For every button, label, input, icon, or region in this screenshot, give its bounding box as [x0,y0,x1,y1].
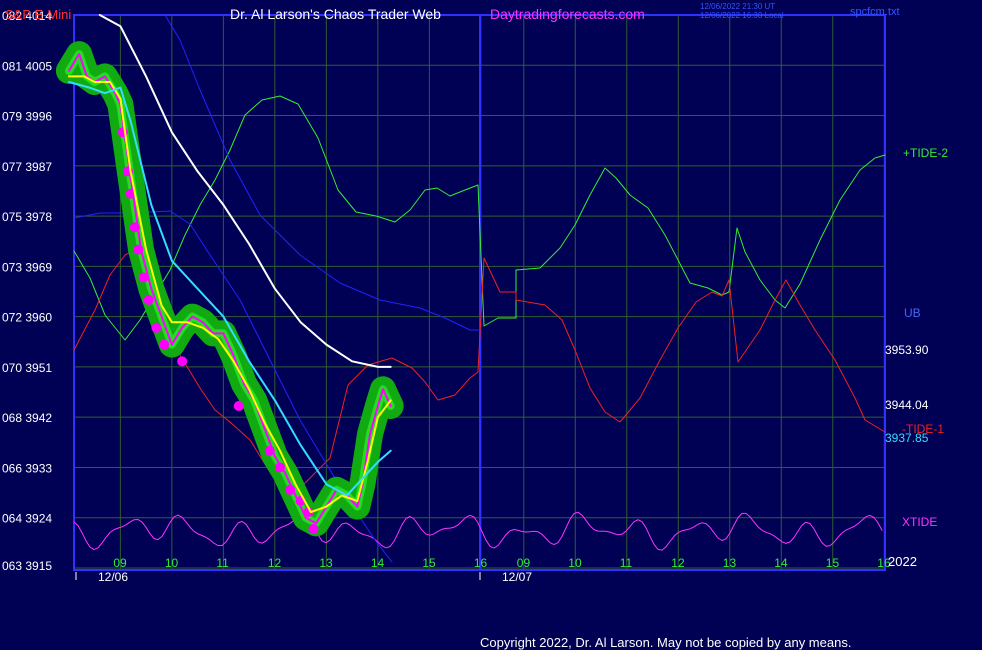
timestamp-local: 12/06/2022 16:30 Local [700,11,784,20]
x-tick-label: 11 [620,556,633,570]
upper-band-line [164,14,481,331]
y-tick-label: 066 3933 [2,461,52,475]
price-marker [177,356,188,367]
site-title: Dr. Al Larson's Chaos Trader Web [230,6,441,22]
price-marker [133,244,144,255]
price-marker [285,484,296,495]
price-marker [143,294,154,305]
price-label-1: 3953.90 [885,343,929,357]
y-tick-label: 081 4005 [2,59,52,73]
y-tick-label: 072 3960 [2,311,52,325]
x-tick-label: 13 [723,556,737,570]
x-tick-label: 10 [165,556,179,570]
x-tick-label: 12 [268,556,282,570]
year-label: 2022 [888,554,917,569]
price-marker [264,445,275,456]
price-marker [129,222,140,233]
price-marker [275,462,285,473]
ub-label: UB [904,306,921,320]
y-tick-label: 063 3915 [2,559,52,573]
price-marker [159,339,170,350]
x-tick-label: 10 [568,556,582,570]
date-label: 12/06 [98,570,128,584]
data-file-label: spcfcm.txt [850,6,900,18]
x-tick-label: 14 [371,556,385,570]
price-marker [308,523,319,534]
x-tick-label: 12 [671,556,685,570]
y-axis-labels: 082 4014081 4005079 3996077 3987075 3978… [2,9,52,573]
y-tick-label: 075 3978 [2,210,52,224]
y-tick-label: 070 3951 [2,361,52,375]
price-label-2: 3944.04 [885,398,929,412]
price-marker [151,322,162,333]
series-layer [55,14,886,563]
price-label-3: 3937.85 [885,431,929,445]
x-tick-label: 09 [113,556,127,570]
timestamp-ut: 12/06/2022 21:30 UT [700,2,775,11]
x-tick-label: 16 [474,556,488,570]
x-tick-label: 09 [517,556,531,570]
x-tick-label: 14 [774,556,788,570]
chart-canvas: 082 4014081 4005079 3996077 3987075 3978… [2,2,948,650]
tide-plus2-label: +TIDE-2 [903,146,948,160]
site-url[interactable]: Daytradingforecasts.com [490,6,645,22]
copyright-notice: Copyright 2022, Dr. Al Larson. May not b… [480,635,851,650]
instrument-title: S&P E-Mini [5,7,71,22]
grid [73,14,886,571]
price-marker [233,401,244,412]
y-tick-label: 077 3987 [2,160,52,174]
price-marker [138,272,149,283]
xtide-label: XTIDE [902,515,937,529]
y-tick-label: 068 3942 [2,411,52,425]
x-tick-label: 13 [319,556,333,570]
price-band [55,41,404,537]
y-tick-label: 073 3969 [2,260,52,274]
x-tick-label: 15 [826,556,840,570]
x-tick-label: 15 [422,556,436,570]
y-tick-label: 079 3996 [2,110,52,124]
y-tick-label: 064 3924 [2,512,52,526]
date-label: 12/07 [502,570,532,584]
x-tick-label: 11 [216,556,229,570]
